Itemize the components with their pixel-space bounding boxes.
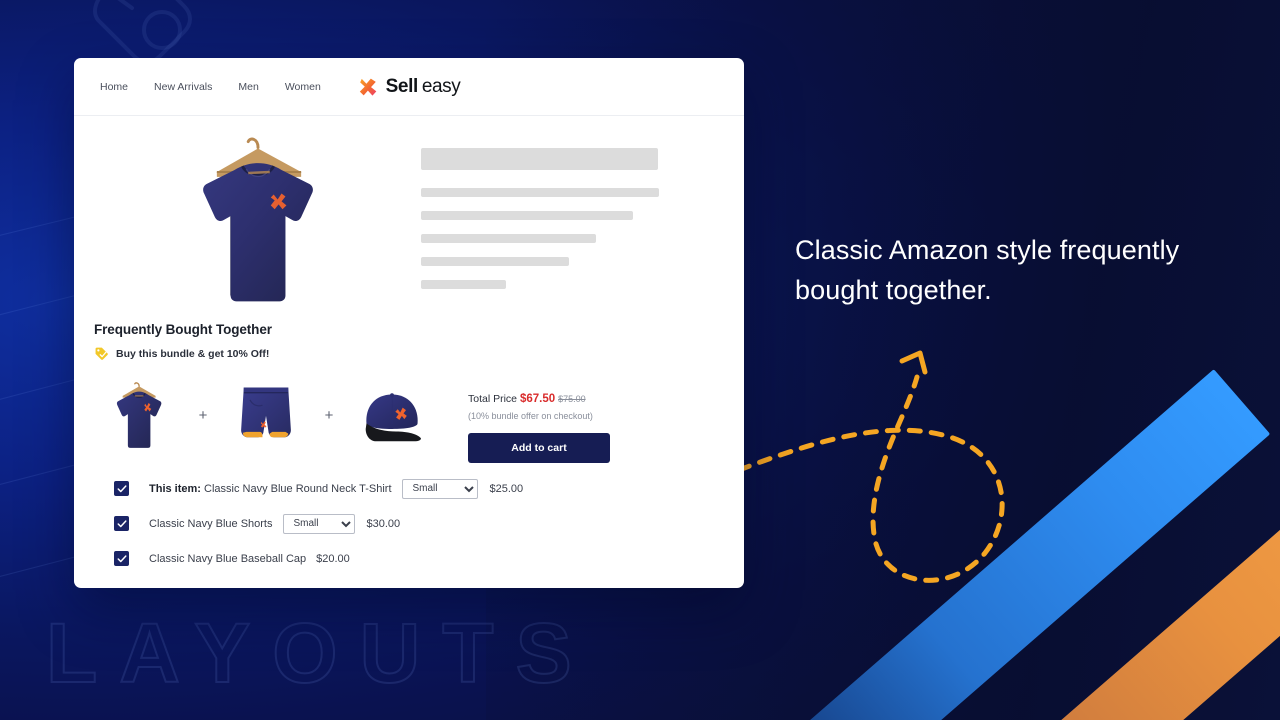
item-price-cap: $20.00	[316, 552, 350, 565]
nav-item-home[interactable]: Home	[100, 81, 128, 93]
item-name-cap: Classic Navy Blue Baseball Cap	[149, 552, 307, 565]
layouts-watermark: LAYOUTS	[45, 605, 594, 701]
item-price-shorts: $30.00	[366, 517, 401, 530]
headline-line-1: Classic Amazon style frequently	[795, 235, 1180, 265]
store-nav: Home New Arrivals Men Women	[100, 81, 321, 93]
skeleton-bar	[421, 188, 659, 197]
check-icon	[117, 484, 126, 492]
main-product-image[interactable]	[155, 126, 363, 316]
item-name-shorts: Classic Navy Blue Shorts	[149, 517, 273, 530]
bundle-thumb-cap[interactable]	[346, 369, 438, 461]
bundle-thumbnails: + +	[94, 369, 438, 461]
frequently-bought-together-section: Frequently Bought Together Buy this bund…	[74, 316, 744, 576]
this-item-prefix: This item:	[149, 482, 201, 495]
bundle-pricing: Total Price $67.50 $75.00 (10% bundle of…	[468, 369, 628, 463]
table-row: Classic Navy Blue Baseball Cap $20.00	[114, 541, 692, 576]
size-select-tshirt[interactable]: Small Medium Large	[401, 478, 478, 499]
logo-text-light: easy	[421, 75, 461, 97]
total-price-row: Total Price $67.50 $75.00	[468, 393, 628, 405]
yellow-price-tag-icon	[95, 347, 108, 360]
x-mark-logo-icon	[359, 78, 377, 96]
item-label-shorts: Classic Navy Blue Shorts	[149, 518, 273, 530]
nav-item-women[interactable]: Women	[285, 81, 321, 93]
item-checkbox-cap[interactable]	[114, 551, 129, 566]
check-icon	[117, 519, 126, 527]
nav-item-men[interactable]: Men	[238, 81, 258, 93]
fbt-title: Frequently Bought Together	[94, 322, 272, 337]
shorts-thumbnail-image	[241, 387, 291, 438]
page-headline: Classic Amazon style frequently bought t…	[795, 230, 1235, 310]
total-price-original: $75.00	[558, 394, 586, 404]
total-price-label: Total Price	[468, 393, 518, 405]
add-to-cart-button[interactable]: Add to cart	[468, 433, 610, 463]
size-select-shorts[interactable]: Small Medium Large	[282, 513, 355, 534]
bundle-thumb-tshirt[interactable]	[94, 369, 186, 461]
headline-line-2: bought together.	[795, 275, 992, 305]
fbt-promo: Buy this bundle & get 10% Off!	[94, 346, 718, 361]
skeleton-bar	[421, 280, 506, 289]
store-preview-card: Home New Arrivals Men Women Sell easy Fr…	[74, 58, 744, 588]
table-row: Classic Navy Blue Shorts Small Medium La…	[114, 506, 692, 541]
product-detail-skeleton	[421, 126, 666, 316]
bundle-item-list: This item: Classic Navy Blue Round Neck …	[94, 463, 718, 576]
table-row: This item: Classic Navy Blue Round Neck …	[114, 471, 692, 506]
product-hero	[74, 116, 744, 316]
item-name-tshirt: Classic Navy Blue Round Neck T-Shirt	[204, 482, 392, 495]
item-label-cap: Classic Navy Blue Baseball Cap	[149, 553, 306, 565]
item-label-tshirt: This item: Classic Navy Blue Round Neck …	[149, 483, 392, 495]
store-header: Home New Arrivals Men Women Sell easy	[74, 58, 744, 116]
bundle-offer-note: (10% bundle offer on checkout)	[468, 411, 593, 421]
store-logo[interactable]: Sell easy	[358, 76, 461, 98]
item-price-tshirt: $25.00	[489, 482, 524, 495]
item-checkbox-shorts[interactable]	[114, 516, 129, 531]
total-price-value: $67.50	[519, 393, 556, 405]
nav-item-new-arrivals[interactable]: New Arrivals	[154, 81, 212, 93]
bundle-plus-2: +	[324, 406, 334, 424]
skeleton-bar	[421, 257, 569, 266]
item-checkbox-tshirt[interactable]	[114, 481, 129, 496]
t-shirt-on-hanger-illustration	[203, 137, 313, 302]
bundle-row: + + Total Price $67.50 $75.00 (10% bundl…	[94, 369, 718, 463]
skeleton-bar	[421, 211, 633, 220]
fbt-promo-text: Buy this bundle & get 10% Off!	[116, 347, 270, 360]
logo-text-bold: Sell	[385, 75, 419, 97]
skeleton-bar	[421, 234, 596, 243]
bundle-thumb-shorts[interactable]	[220, 369, 312, 461]
bundle-plus-1: +	[198, 406, 208, 424]
t-shirt-thumbnail-image	[116, 382, 162, 448]
check-icon	[117, 554, 126, 562]
baseball-cap-thumbnail-image	[365, 393, 421, 442]
skeleton-bar	[421, 148, 658, 170]
curved-dashed-arrow-icon	[736, 350, 1005, 583]
